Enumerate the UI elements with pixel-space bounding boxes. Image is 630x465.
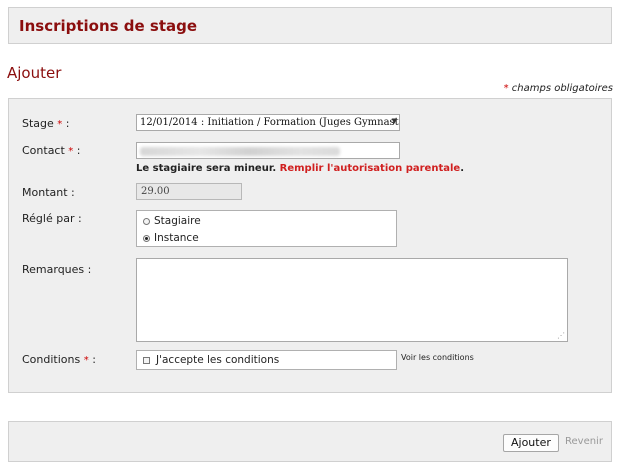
- radio-stagiaire[interactable]: Stagiaire: [143, 215, 201, 227]
- view-conditions-link[interactable]: Voir les conditions: [401, 353, 474, 362]
- conditions-checkbox-row[interactable]: J'accepte les conditions: [136, 350, 397, 370]
- submit-button[interactable]: Ajouter: [503, 434, 559, 452]
- conditions-label: Conditions * :: [22, 353, 96, 366]
- minor-notice-text: Le stagiaire sera mineur.: [136, 163, 277, 174]
- conditions-label-colon: :: [92, 353, 96, 366]
- checkbox-icon[interactable]: [143, 356, 150, 364]
- footer-bar: Ajouter Revenir: [8, 421, 612, 462]
- required-marker: *: [83, 355, 89, 366]
- required-marker: *: [503, 83, 509, 94]
- header-bar: Inscriptions de stage: [8, 7, 612, 44]
- form-panel: Stage * : 12/01/2014 : Initiation / Form…: [8, 98, 612, 393]
- regle-par-label: Réglé par :: [22, 212, 82, 225]
- radio-instance[interactable]: Instance: [143, 232, 199, 244]
- app-title: Inscriptions de stage: [19, 17, 198, 35]
- remarques-label: Remarques :: [22, 263, 92, 276]
- contact-value-blurred: [140, 147, 340, 156]
- stage-select-value: 12/01/2014 : Initiation / Formation (Jug…: [140, 117, 399, 128]
- remarques-textarea[interactable]: ⋰: [136, 258, 568, 342]
- required-marker: *: [57, 119, 63, 130]
- minor-notice-end: .: [460, 163, 465, 174]
- chevron-down-icon: ▼: [391, 117, 397, 125]
- required-marker: *: [68, 146, 74, 157]
- contact-label-colon: :: [76, 144, 81, 157]
- back-link[interactable]: Revenir: [565, 436, 603, 447]
- radio-button-checked-icon[interactable]: [143, 234, 150, 242]
- stage-label-colon: :: [65, 117, 70, 130]
- stage-label-text: Stage: [22, 117, 54, 130]
- page-title: Ajouter: [7, 64, 62, 82]
- stage-label: Stage * :: [22, 117, 70, 130]
- conditions-label-text: Conditions: [22, 353, 81, 366]
- required-note-text: champs obligatoires: [511, 83, 613, 94]
- radio-instance-label: Instance: [154, 232, 199, 244]
- montant-label: Montant :: [22, 186, 75, 199]
- montant-field: 29.00: [136, 183, 242, 200]
- contact-field[interactable]: [136, 142, 400, 159]
- radio-button-icon[interactable]: [143, 217, 150, 225]
- contact-label: Contact * :: [22, 144, 81, 157]
- resize-grip-icon[interactable]: ⋰: [557, 331, 565, 340]
- contact-label-text: Contact: [22, 144, 65, 157]
- required-fields-note: * champs obligatoires: [504, 83, 613, 94]
- parental-authorization-link[interactable]: Remplir l'autorisation parentale: [280, 163, 461, 174]
- radio-stagiaire-label: Stagiaire: [154, 215, 201, 227]
- accept-conditions-label: J'accepte les conditions: [156, 354, 280, 366]
- payment-radio-group: Stagiaire Instance: [136, 210, 397, 247]
- minor-notice: Le stagiaire sera mineur. Remplir l'auto…: [136, 163, 464, 174]
- stage-select[interactable]: 12/01/2014 : Initiation / Formation (Jug…: [136, 114, 400, 131]
